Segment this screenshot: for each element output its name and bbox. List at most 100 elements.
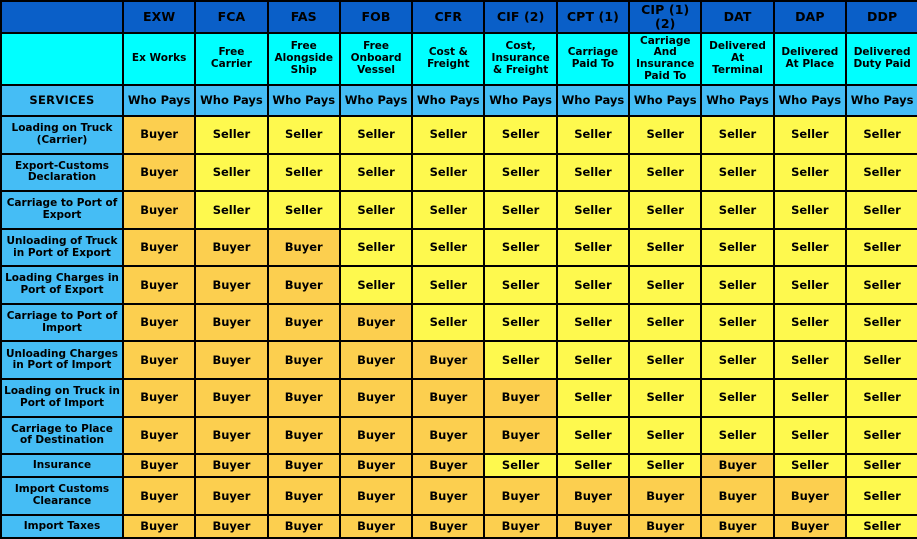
payer-cell: Buyer [266,453,341,479]
payer-cell: Seller [555,340,631,381]
payer-cell: Seller [700,340,775,381]
who-pays-ddp: Who Pays [844,84,917,117]
payer-cell: Buyer [121,227,197,268]
payer-cell: Seller [772,115,847,155]
payer-cell: Buyer [194,476,269,516]
term-code-cfr: CFR [411,0,486,34]
term-code-exw: EXW [121,0,197,34]
payer-cell: Seller [266,190,341,230]
payer-cell: Seller [844,115,917,155]
payer-cell: Seller [772,415,847,456]
table-row: Unloading Charges in Port of Import Buyer… [0,340,917,381]
payer-cell: Seller [772,152,847,193]
payer-cell: Seller [194,152,269,193]
payer-cell: Seller [844,415,917,456]
payer-cell: Buyer [411,415,486,456]
payer-cell: Seller [844,340,917,381]
payer-cell: Buyer [194,453,269,479]
who-pays-exw: Who Pays [121,84,197,117]
payer-cell: Buyer [121,115,197,155]
service-label: Export-Customs Declaration [0,152,124,193]
payer-cell: Buyer [338,415,414,456]
payer-cell: Seller [628,340,703,381]
term-code-fca: FCA [194,0,269,34]
payer-cell: Buyer [338,302,414,343]
payer-cell: Buyer [121,340,197,381]
payer-cell: Buyer [772,513,847,539]
payer-cell: Seller [628,265,703,305]
payer-cell: Buyer [338,513,414,539]
payer-cell: Buyer [266,302,341,343]
who-pays-dap: Who Pays [772,84,847,117]
services-header: SERVICES [0,84,124,117]
table-row: Import Taxes Buyer Buyer Buyer Buyer Buyer Buy… [0,513,917,539]
payer-cell: Buyer [121,190,197,230]
header-row-who-pays: SERVICES Who Pays Who Pays Who Pays Who Pay… [0,84,917,117]
service-label: Loading Charges in Port of Export [0,265,124,305]
payer-cell: Buyer [411,513,486,539]
who-pays-dat: Who Pays [700,84,775,117]
table-row: Import Customs Clearance Buyer Buyer Buyer B… [0,476,917,516]
term-code-dap: DAP [772,0,847,34]
term-name-ddp: Delivered Duty Paid [844,32,917,86]
payer-cell: Seller [772,453,847,479]
payer-cell: Seller [338,190,414,230]
payer-cell: Seller [628,190,703,230]
payer-cell: Seller [555,453,631,479]
payer-cell: Seller [555,152,631,193]
payer-cell: Seller [411,190,486,230]
payer-cell: Buyer [121,513,197,539]
payer-cell: Seller [338,115,414,155]
payer-cell: Seller [772,190,847,230]
payer-cell: Buyer [194,415,269,456]
payer-cell: Seller [844,378,917,418]
service-label: Insurance [0,453,124,479]
payer-cell: Buyer [483,378,558,418]
who-pays-fas: Who Pays [266,84,341,117]
payer-cell: Seller [555,415,631,456]
payer-cell: Buyer [121,453,197,479]
payer-cell: Seller [483,152,558,193]
who-pays-cfr: Who Pays [411,84,486,117]
table-row: Carriage to Place of Destination Buyer Buy… [0,415,917,456]
term-name-cip-1-2: Carriage And Insurance Paid To [628,32,703,86]
corner-cell [0,0,124,34]
payer-cell: Buyer [121,415,197,456]
payer-cell: Buyer [121,265,197,305]
payer-cell: Seller [844,152,917,193]
payer-cell: Seller [700,378,775,418]
payer-cell: Seller [483,190,558,230]
payer-cell: Buyer [411,378,486,418]
payer-cell: Seller [483,340,558,381]
payer-cell: Buyer [338,340,414,381]
payer-cell: Seller [555,190,631,230]
payer-cell: Seller [555,227,631,268]
payer-cell: Seller [628,378,703,418]
payer-cell: Seller [628,152,703,193]
service-label: Import Taxes [0,513,124,539]
payer-cell: Seller [844,227,917,268]
incoterms-responsibility-table: EXW FCA FAS FOB CFR CIF (2) CPT (1) CIP (1) (2)… [0,0,917,539]
payer-cell: Buyer [121,378,197,418]
service-label: Carriage to Port of Export [0,190,124,230]
payer-cell: Seller [483,227,558,268]
payer-cell: Buyer [266,227,341,268]
payer-cell: Seller [844,190,917,230]
table-row: Carriage to Port of Import Buyer Buyer Buye… [0,302,917,343]
payer-cell: Buyer [772,476,847,516]
payer-cell: Buyer [121,302,197,343]
payer-cell: Buyer [700,513,775,539]
payer-cell: Seller [700,152,775,193]
payer-cell: Buyer [411,453,486,479]
table-row: Loading Charges in Port of Export Buyer Bu… [0,265,917,305]
who-pays-fca: Who Pays [194,84,269,117]
payer-cell: Buyer [266,265,341,305]
payer-cell: Seller [194,115,269,155]
who-pays-cip-1-2: Who Pays [628,84,703,117]
service-label: Unloading Charges in Port of Import [0,340,124,381]
term-name-fob: Free Onboard Vessel [338,32,414,86]
payer-cell: Seller [411,265,486,305]
payer-cell: Buyer [700,476,775,516]
payer-cell: Seller [338,227,414,268]
payer-cell: Buyer [194,265,269,305]
